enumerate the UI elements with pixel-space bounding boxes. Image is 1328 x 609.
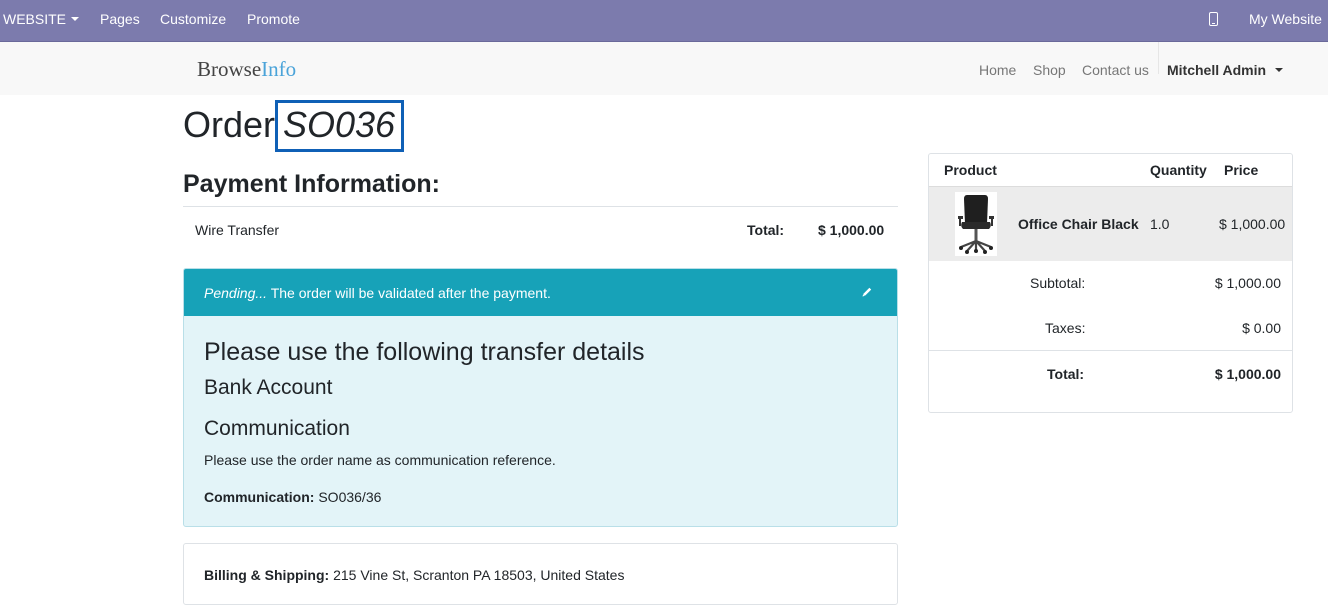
caret-down-icon	[71, 17, 80, 21]
taxes-value: $ 0.00	[1242, 320, 1281, 336]
column-header-price: Price	[1224, 162, 1259, 178]
mobile-icon[interactable]	[1209, 12, 1218, 26]
customize-menu[interactable]: Customize	[160, 11, 226, 27]
order-number: SO036	[283, 104, 396, 145]
column-header-quantity: Quantity	[1150, 162, 1207, 178]
brand-logo[interactable]: BrowseInfo	[197, 57, 296, 82]
transfer-details-title: Please use the following transfer detail…	[204, 338, 645, 366]
order-summary-card: Product Quantity Price Office Chair Blac…	[928, 153, 1293, 413]
divider	[183, 206, 898, 207]
product-quantity: 1.0	[1150, 216, 1170, 232]
product-name[interactable]: Office Chair Black	[1018, 216, 1139, 232]
divider	[929, 350, 1292, 351]
nav-link-contact-us[interactable]: Contact us	[1082, 62, 1149, 78]
website-navbar: BrowseInfo Home Shop Contact us Mitchell…	[0, 42, 1328, 95]
communication-instructions: Please use the order name as communicati…	[204, 452, 556, 468]
payment-total-label: Total:	[747, 222, 785, 238]
pencil-icon[interactable]	[861, 286, 873, 298]
pending-message: Pending... The order will be validated a…	[204, 285, 551, 301]
user-menu[interactable]: Mitchell Admin	[1167, 62, 1284, 78]
caret-down-icon	[1275, 68, 1284, 72]
billing-shipping-card: Billing & Shipping: 215 Vine St, Scranto…	[183, 543, 898, 605]
admin-top-bar: WEBSITE Pages Customize Promote My Websi…	[0, 0, 1328, 42]
website-menu[interactable]: WEBSITE	[3, 11, 80, 27]
communication-heading: Communication	[204, 417, 350, 440]
subtotal-value: $ 1,000.00	[1214, 275, 1281, 291]
pages-menu[interactable]: Pages	[100, 11, 140, 27]
nav-divider	[1158, 42, 1159, 74]
bank-account-heading: Bank Account	[204, 376, 333, 399]
subtotal-label: Subtotal:	[1030, 275, 1086, 291]
payment-info-heading: Payment Information:	[183, 170, 440, 198]
column-header-product: Product	[944, 162, 997, 178]
billing-shipping-address: Billing & Shipping: 215 Vine St, Scranto…	[204, 567, 625, 583]
promote-menu[interactable]: Promote	[247, 11, 300, 27]
communication-reference: Communication: SO036/36	[204, 489, 382, 505]
payment-total-value: $ 1,000.00	[818, 222, 885, 238]
office-chair-image[interactable]	[955, 192, 997, 256]
transfer-details-alert: Pending... The order will be validated a…	[183, 268, 898, 527]
nav-link-home[interactable]: Home	[979, 62, 1016, 78]
summary-total-label: Total:	[1047, 366, 1085, 382]
my-website-menu[interactable]: My Website	[1249, 11, 1322, 27]
summary-total-value: $ 1,000.00	[1214, 366, 1281, 382]
nav-link-shop[interactable]: Shop	[1033, 62, 1066, 78]
payment-method: Wire Transfer	[195, 222, 280, 238]
order-title-prefix: Order	[183, 104, 276, 145]
product-price: $ 1,000.00	[1219, 216, 1286, 232]
pending-status-bar: Pending... The order will be validated a…	[184, 269, 897, 316]
taxes-label: Taxes:	[1045, 320, 1086, 336]
